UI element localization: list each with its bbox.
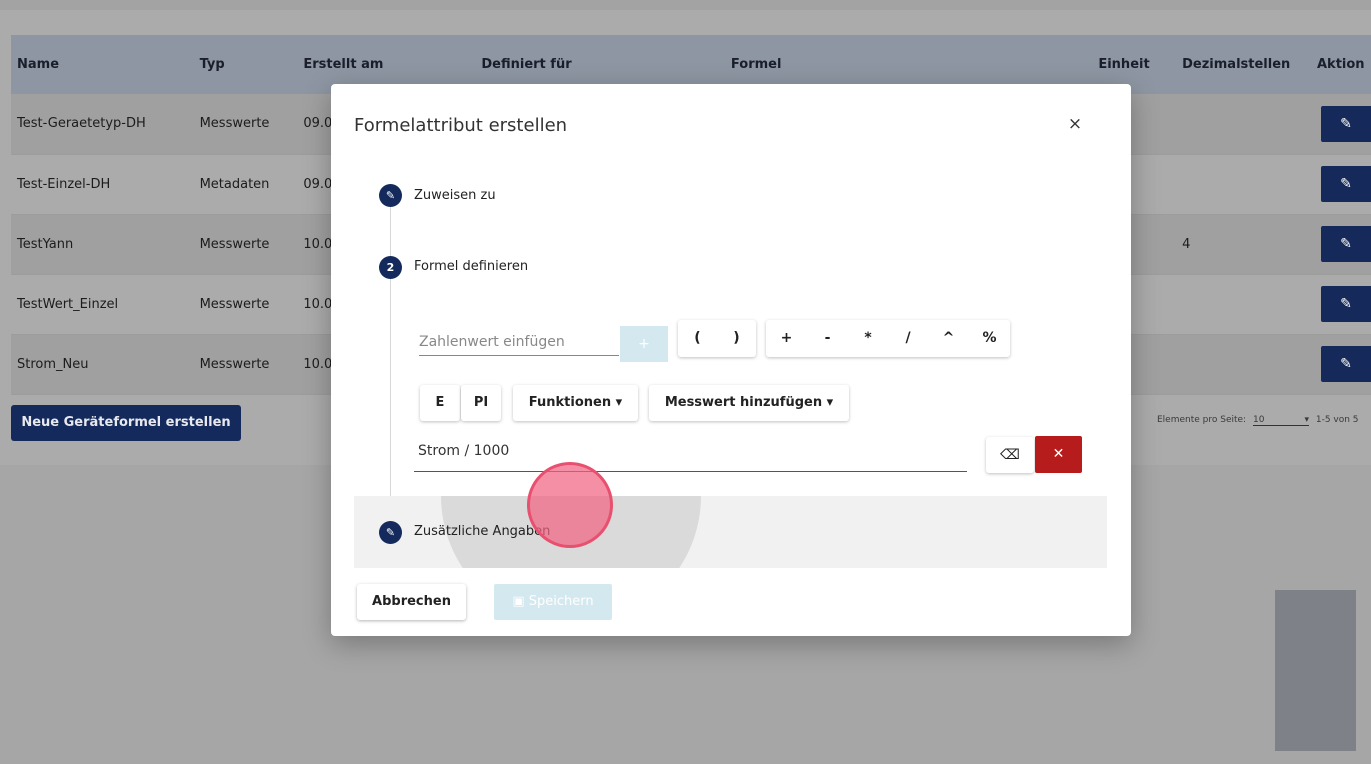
new-device-formula-button[interactable]: Neue Geräteformel erstellen xyxy=(11,405,241,441)
cell-dezimal xyxy=(1176,94,1311,155)
step-define-formula-label[interactable]: Formel definieren xyxy=(414,259,528,274)
formula-field[interactable]: Strom / 1000 xyxy=(414,440,967,472)
gray-block xyxy=(1275,590,1356,751)
close-icon[interactable]: × xyxy=(1066,114,1084,134)
edit-button[interactable]: ✎ xyxy=(1321,286,1371,322)
column-header-typ[interactable]: Typ xyxy=(193,35,298,94)
cell-name: TestWert_Einzel xyxy=(11,274,194,335)
edit-step-icon[interactable]: ✎ xyxy=(379,521,402,544)
cell-dezimal xyxy=(1176,334,1311,395)
power-operator-button[interactable]: ^ xyxy=(928,320,969,357)
cell-typ: Messwerte xyxy=(193,94,298,155)
plus-icon: + xyxy=(638,336,650,352)
items-per-page-value: 10 xyxy=(1252,415,1265,425)
pencil-icon: ✎ xyxy=(1340,356,1352,372)
minus-operator-button[interactable]: - xyxy=(807,320,848,357)
functions-label: Funktionen xyxy=(528,395,612,410)
cell-aktion: ✎ xyxy=(1311,334,1371,395)
chevron-down-icon: ▾ xyxy=(826,395,834,410)
column-header-aktion: Aktion xyxy=(1311,35,1371,94)
edit-button[interactable]: ✎ xyxy=(1321,226,1371,262)
plus-operator-button[interactable]: + xyxy=(766,320,807,357)
constant-e-button[interactable]: E xyxy=(420,385,460,421)
items-per-page-select[interactable]: 10 ▾ xyxy=(1252,415,1309,426)
page-range-label: 1-5 von 5 xyxy=(1315,415,1359,425)
step-number-icon: 2 xyxy=(379,256,402,279)
cell-dezimal: 4 xyxy=(1176,214,1311,275)
cell-dezimal xyxy=(1176,274,1311,335)
column-header-name[interactable]: Name xyxy=(11,35,194,94)
cell-name: Strom_Neu xyxy=(11,334,194,395)
items-per-page-label: Elemente pro Seite: xyxy=(1157,415,1247,425)
cancel-button[interactable]: Abbrechen xyxy=(357,584,466,620)
edit-step-icon[interactable]: ✎ xyxy=(379,184,402,207)
close-parenthesis-button[interactable]: ) xyxy=(717,320,756,357)
cell-typ: Messwerte xyxy=(193,214,298,275)
constant-pi-button[interactable]: PI xyxy=(461,385,501,421)
backspace-icon: ⌫ xyxy=(1000,447,1020,463)
click-indicator xyxy=(527,462,613,548)
cell-typ: Messwerte xyxy=(193,274,298,335)
cell-name: Test-Einzel-DH xyxy=(11,154,194,215)
edit-button[interactable]: ✎ xyxy=(1321,105,1371,142)
divide-operator-button[interactable]: / xyxy=(888,320,928,357)
cell-aktion: ✎ xyxy=(1311,274,1371,335)
dialog-title: Formelattribut erstellen xyxy=(354,115,568,136)
stepper-line xyxy=(390,206,391,506)
create-formula-attribute-dialog: Formelattribut erstellen × ✎ Zuweisen zu… xyxy=(331,84,1131,636)
close-icon: ✕ xyxy=(1052,446,1065,462)
pencil-icon: ✎ xyxy=(1340,236,1352,252)
functions-dropdown[interactable]: Funktionen ▾ xyxy=(513,385,638,421)
save-icon: ▣ xyxy=(512,594,525,609)
chevron-down-icon: ▾ xyxy=(615,395,623,410)
pencil-icon: ✎ xyxy=(1340,115,1352,132)
edit-button[interactable]: ✎ xyxy=(1321,166,1371,202)
pencil-icon: ✎ xyxy=(1340,296,1352,312)
step-additional-info-label[interactable]: Zusätzliche Angaben xyxy=(414,524,550,539)
top-strip xyxy=(0,0,1371,10)
cell-aktion: ✎ xyxy=(1311,154,1371,215)
percent-operator-button[interactable]: % xyxy=(969,320,1010,357)
add-number-button[interactable]: + xyxy=(620,326,668,362)
paginator: Elemente pro Seite: 10 ▾ 1-5 von 5 xyxy=(1157,415,1359,426)
add-measurement-label: Messwert hinzufügen xyxy=(664,395,823,410)
edit-button[interactable]: ✎ xyxy=(1321,346,1371,382)
operator-group: + - * / ^ % xyxy=(766,320,1010,357)
save-label: Speichern xyxy=(528,594,594,609)
pencil-icon: ✎ xyxy=(1340,176,1352,192)
cell-dezimal xyxy=(1176,154,1311,215)
cell-aktion: ✎ xyxy=(1311,214,1371,275)
multiply-operator-button[interactable]: * xyxy=(848,320,888,357)
column-header-dezimalstellen[interactable]: Dezimalstellen xyxy=(1176,35,1311,94)
cell-name: TestYann xyxy=(11,214,194,275)
cell-name: Test-Geraetetyp-DH xyxy=(11,94,194,155)
step-assign-label[interactable]: Zuweisen zu xyxy=(414,188,496,203)
parentheses-group: ( ) xyxy=(678,320,756,357)
cell-typ: Metadaten xyxy=(193,154,298,215)
cell-typ: Messwerte xyxy=(193,334,298,395)
cell-aktion: ✎ xyxy=(1311,94,1371,155)
save-button[interactable]: ▣ Speichern xyxy=(494,584,612,620)
number-value-input[interactable]: Zahlenwert einfügen xyxy=(419,328,619,356)
clear-formula-button[interactable]: ✕ xyxy=(1035,436,1082,473)
backspace-button[interactable]: ⌫ xyxy=(986,437,1034,473)
add-measurement-dropdown[interactable]: Messwert hinzufügen ▾ xyxy=(649,385,849,421)
chevron-down-icon: ▾ xyxy=(1304,415,1309,425)
open-parenthesis-button[interactable]: ( xyxy=(678,320,717,357)
